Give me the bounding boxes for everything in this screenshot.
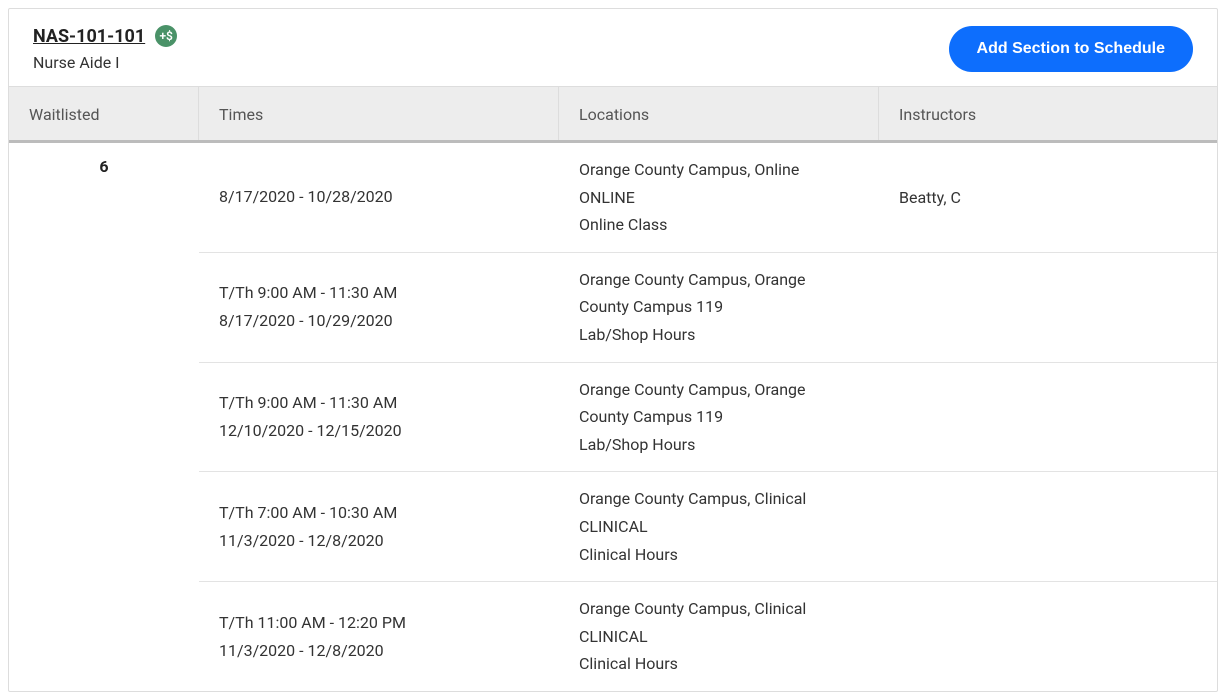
- table-body-row: 6 8/17/2020 - 10/28/2020 Orange County C…: [9, 143, 1217, 691]
- meeting-times: T/Th 9:00 AM - 11:30 AM 8/17/2020 - 10/2…: [199, 267, 559, 348]
- meeting-location: Orange County Campus, Orange County Camp…: [559, 267, 879, 348]
- course-title: Nurse Aide I: [33, 53, 177, 72]
- location-line: Orange County Campus, Orange: [579, 377, 859, 403]
- meeting-row: T/Th 7:00 AM - 10:30 AM 11/3/2020 - 12/8…: [199, 472, 1217, 582]
- col-header-locations: Locations: [559, 87, 879, 140]
- meeting-row: T/Th 9:00 AM - 11:30 AM 8/17/2020 - 10/2…: [199, 253, 1217, 363]
- meeting-schedule: T/Th 7:00 AM - 10:30 AM: [219, 501, 539, 525]
- location-line: Online Class: [579, 212, 859, 238]
- meeting-times: T/Th 11:00 AM - 12:20 PM 11/3/2020 - 12/…: [199, 596, 559, 677]
- meeting-times: T/Th 9:00 AM - 11:30 AM 12/10/2020 - 12/…: [199, 377, 559, 458]
- meeting-instructor: [879, 267, 1217, 348]
- meeting-row: T/Th 9:00 AM - 11:30 AM 12/10/2020 - 12/…: [199, 363, 1217, 473]
- meeting-schedule: T/Th 9:00 AM - 11:30 AM: [219, 391, 539, 415]
- meeting-dates: 8/17/2020 - 10/29/2020: [219, 309, 539, 333]
- meeting-instructor: [879, 486, 1217, 567]
- section-card: NAS-101-101 +$ Nurse Aide I Add Section …: [8, 8, 1218, 692]
- course-code-link[interactable]: NAS-101-101: [33, 26, 145, 47]
- add-section-button[interactable]: Add Section to Schedule: [949, 26, 1193, 72]
- table-header-row: Waitlisted Times Locations Instructors: [9, 86, 1217, 143]
- meeting-instructor: [879, 596, 1217, 677]
- location-line: Lab/Shop Hours: [579, 322, 859, 348]
- meeting-schedule: T/Th 9:00 AM - 11:30 AM: [219, 281, 539, 305]
- fee-icon: +$: [155, 25, 177, 47]
- meeting-location: Orange County Campus, Clinical CLINICAL …: [559, 596, 879, 677]
- meeting-row: 8/17/2020 - 10/28/2020 Orange County Cam…: [199, 143, 1217, 253]
- meeting-times: T/Th 7:00 AM - 10:30 AM 11/3/2020 - 12/8…: [199, 486, 559, 567]
- location-line: County Campus 119: [579, 294, 859, 320]
- meeting-dates: 12/10/2020 - 12/15/2020: [219, 419, 539, 443]
- meeting-location: Orange County Campus, Clinical CLINICAL …: [559, 486, 879, 567]
- meeting-dates: 11/3/2020 - 12/8/2020: [219, 639, 539, 663]
- meeting-dates: 11/3/2020 - 12/8/2020: [219, 529, 539, 553]
- location-line: County Campus 119: [579, 404, 859, 430]
- meeting-schedule: T/Th 11:00 AM - 12:20 PM: [219, 611, 539, 635]
- col-header-times: Times: [199, 87, 559, 140]
- meeting-location: Orange County Campus, Orange County Camp…: [559, 377, 879, 458]
- meeting-times: 8/17/2020 - 10/28/2020: [199, 157, 559, 238]
- location-line: Orange County Campus, Clinical: [579, 596, 859, 622]
- location-line: CLINICAL: [579, 514, 859, 540]
- location-line: Lab/Shop Hours: [579, 432, 859, 458]
- location-line: Orange County Campus, Clinical: [579, 486, 859, 512]
- course-info: NAS-101-101 +$ Nurse Aide I: [33, 25, 177, 72]
- location-line: Orange County Campus, Orange: [579, 267, 859, 293]
- location-line: CLINICAL: [579, 624, 859, 650]
- location-line: Clinical Hours: [579, 651, 859, 677]
- col-header-waitlisted: Waitlisted: [9, 87, 199, 140]
- col-header-instructors: Instructors: [879, 87, 1217, 140]
- meeting-instructor: [879, 377, 1217, 458]
- location-line: ONLINE: [579, 185, 859, 211]
- waitlisted-count: 6: [9, 143, 199, 691]
- meeting-row: T/Th 11:00 AM - 12:20 PM 11/3/2020 - 12/…: [199, 582, 1217, 691]
- meetings-list: 8/17/2020 - 10/28/2020 Orange County Cam…: [199, 143, 1217, 691]
- meeting-dates: 8/17/2020 - 10/28/2020: [219, 185, 539, 209]
- section-header: NAS-101-101 +$ Nurse Aide I Add Section …: [9, 9, 1217, 86]
- meeting-instructor: Beatty, C: [879, 157, 1217, 238]
- location-line: Clinical Hours: [579, 542, 859, 568]
- course-code-row: NAS-101-101 +$: [33, 25, 177, 47]
- meeting-location: Orange County Campus, Online ONLINE Onli…: [559, 157, 879, 238]
- location-line: Orange County Campus, Online: [579, 157, 859, 183]
